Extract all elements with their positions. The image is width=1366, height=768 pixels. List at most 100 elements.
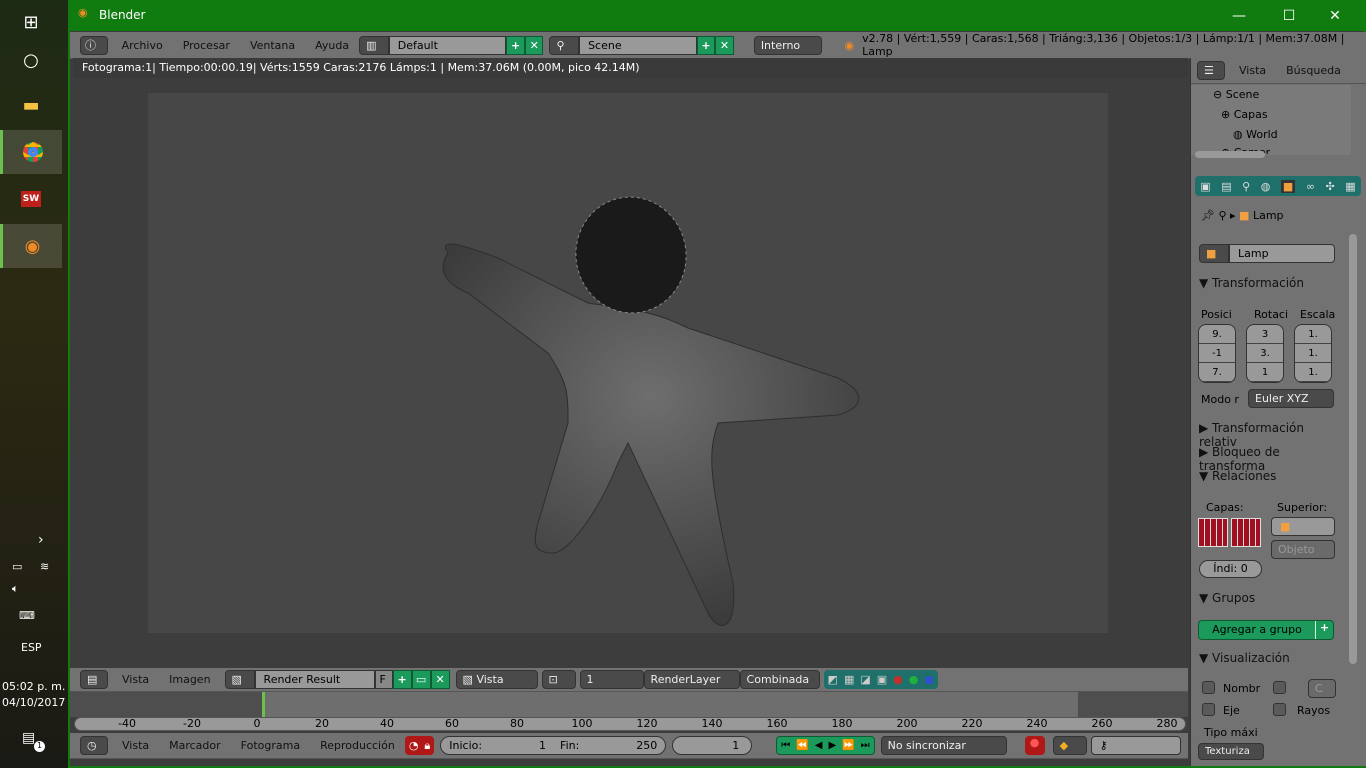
solidworks-icon[interactable]: SW xyxy=(0,177,62,221)
panel-transformacion[interactable]: ▼ Transformación xyxy=(1199,276,1339,290)
view-select[interactable]: ▧ Vista xyxy=(455,670,538,689)
sync-mode-select[interactable]: No sincronizar xyxy=(880,736,1007,755)
wifi-icon[interactable]: ≋ xyxy=(40,560,49,573)
object-name-field[interactable]: ■ Lamp xyxy=(1199,244,1335,264)
layout-field[interactable]: Default xyxy=(388,35,507,55)
current-frame-marker[interactable] xyxy=(262,692,265,717)
blender-icon[interactable]: ◉ xyxy=(0,224,62,268)
remove-layout-button[interactable]: ✕ xyxy=(524,35,544,55)
timeline-menu-fotograma[interactable]: Fotograma xyxy=(231,739,310,752)
outliner-item-scene[interactable]: ⊖ Scene xyxy=(1213,88,1259,101)
add-scene-button[interactable]: + xyxy=(696,35,716,55)
volume-icon[interactable]: 🔈︎ xyxy=(12,582,19,596)
add-to-group-button[interactable]: Agregar a grupo + xyxy=(1198,620,1334,640)
bounds-checkbox[interactable] xyxy=(1273,681,1286,694)
timeline-editor-icon[interactable]: ◷ xyxy=(80,736,108,755)
image-editor-type-icon[interactable]: ▤ xyxy=(80,670,108,689)
image-menu-vista[interactable]: Vista xyxy=(112,673,159,686)
panel-visualizacion[interactable]: ▼ Visualización xyxy=(1199,651,1339,665)
pivot-icon[interactable]: ⊡ xyxy=(541,670,576,689)
zbuffer-icon[interactable]: ◪ xyxy=(860,673,870,686)
pass-index-field[interactable]: Índi: 0 xyxy=(1199,560,1262,578)
open-image-button[interactable]: ▭ xyxy=(411,670,431,689)
rotation-mode-select[interactable]: Euler XYZ xyxy=(1248,389,1334,408)
notification-icon[interactable]: ▤ xyxy=(22,730,35,746)
menu-archivo[interactable]: Archivo xyxy=(112,39,173,52)
layers-grid-1[interactable] xyxy=(1198,518,1228,547)
battery-icon[interactable]: ▭ xyxy=(12,560,22,573)
max-draw-type-select[interactable]: Texturiza xyxy=(1198,743,1264,760)
end-value[interactable]: 250 xyxy=(636,739,657,752)
timeline-menu-vista[interactable]: Vista xyxy=(112,739,159,752)
blue-channel-icon[interactable]: ● xyxy=(924,673,934,686)
color-alpha-icon[interactable]: ◩ xyxy=(828,673,838,686)
outliner-item-capas[interactable]: ⊕ Capas xyxy=(1221,108,1268,121)
lock-icon[interactable]: 🔒︎ xyxy=(424,739,430,753)
outliner-menu-busqueda[interactable]: Búsqueda xyxy=(1276,64,1351,77)
slot-select[interactable]: 1 xyxy=(579,670,644,689)
position-fields[interactable]: 9. -1 7. xyxy=(1198,324,1236,383)
timeline-menu-marcador[interactable]: Marcador xyxy=(159,739,231,752)
image-browse-icon[interactable]: ▧ xyxy=(224,670,255,689)
start-value[interactable]: 1 xyxy=(539,739,546,752)
menu-procesar[interactable]: Procesar xyxy=(173,39,240,52)
file-explorer-icon[interactable]: ▬ xyxy=(0,83,62,127)
unlink-image-button[interactable]: ✕ xyxy=(430,670,450,689)
modifiers-tab-icon[interactable]: ✣ xyxy=(1326,180,1335,193)
axis-checkbox[interactable] xyxy=(1202,703,1215,716)
timeline-ruler[interactable]: -40 -20 0 20 40 60 80 100 120 140 160 180 200 220 240 2… xyxy=(74,717,1186,731)
green-channel-icon[interactable]: ● xyxy=(909,673,919,686)
render-layer-select[interactable]: RenderLayer xyxy=(643,670,740,689)
outliner-item-world[interactable]: ◍ World xyxy=(1233,128,1278,141)
minimize-button[interactable]: — xyxy=(1216,0,1262,31)
jump-keyframe-back-icon[interactable]: ⏪ xyxy=(796,740,808,751)
outliner-menu-vista[interactable]: Vista xyxy=(1229,64,1276,77)
chevron-right-icon[interactable]: › xyxy=(38,532,44,548)
overlay-icon[interactable]: ▣ xyxy=(877,673,887,686)
parent-field[interactable]: ■ xyxy=(1271,517,1335,536)
jump-start-icon[interactable]: ⏮ xyxy=(781,740,790,751)
parent-type-select[interactable]: Objeto xyxy=(1271,540,1335,559)
image-name-field[interactable]: Render Result xyxy=(254,670,375,689)
pin-icon[interactable]: 📌︎ xyxy=(1201,209,1215,222)
bounds-type-select[interactable]: C xyxy=(1308,679,1336,698)
texture-tab-icon[interactable]: ▦ xyxy=(1345,180,1355,193)
constraints-tab-icon[interactable]: ∞ xyxy=(1306,180,1315,193)
timeline-area[interactable] xyxy=(70,692,1188,717)
panel-grupos[interactable]: ▼ Grupos xyxy=(1199,591,1339,605)
alpha-icon[interactable]: ▦ xyxy=(844,673,854,686)
render-engine-select[interactable]: Interno xyxy=(753,35,823,55)
jump-end-icon[interactable]: ⏭ xyxy=(861,740,870,751)
world-tab-icon[interactable]: ◍ xyxy=(1261,180,1271,193)
keying-set-field[interactable]: ⚷ xyxy=(1090,736,1181,755)
scene-tab-icon[interactable]: ⚲ xyxy=(1242,180,1250,193)
keyboard-icon[interactable]: ⌨ xyxy=(19,609,35,622)
scale-fields[interactable]: 1. 1. 1. xyxy=(1294,324,1332,383)
current-frame-field[interactable]: 1 xyxy=(672,736,753,755)
preview-range-icon[interactable]: ◔ xyxy=(409,739,419,752)
add-layout-button[interactable]: + xyxy=(506,35,525,55)
play-icon[interactable]: ▶ xyxy=(828,740,836,751)
layout-icon[interactable]: ▥ xyxy=(359,35,389,55)
maximize-button[interactable]: ☐ xyxy=(1266,0,1312,31)
chrome-icon[interactable] xyxy=(0,130,62,174)
layers-tab-icon[interactable]: ▤ xyxy=(1221,180,1231,193)
language-indicator[interactable]: ESP xyxy=(21,641,42,654)
clock-date[interactable]: 04/10/2017 xyxy=(2,696,65,709)
panel-relaciones[interactable]: ▼ Relaciones xyxy=(1199,469,1339,483)
xray-checkbox[interactable] xyxy=(1273,703,1286,716)
name-checkbox[interactable] xyxy=(1202,681,1215,694)
layers-grid-2[interactable] xyxy=(1231,518,1261,547)
scene-field[interactable]: Scene xyxy=(579,35,697,55)
render-pass-select[interactable]: Combinada xyxy=(739,670,820,689)
fake-user-button[interactable]: F xyxy=(374,670,393,689)
editor-type-info-icon[interactable]: ⓘ xyxy=(80,35,108,55)
image-menu-imagen[interactable]: Imagen xyxy=(159,673,220,686)
red-channel-icon[interactable]: ● xyxy=(893,673,903,686)
jump-keyframe-forward-icon[interactable]: ⏩ xyxy=(842,740,854,751)
object-tab-icon[interactable]: ■ xyxy=(1280,179,1296,193)
menu-ventana[interactable]: Ventana xyxy=(240,39,305,52)
outliner-editor-icon[interactable]: ☰ xyxy=(1197,61,1225,80)
render-tab-icon[interactable]: ▣ xyxy=(1200,180,1210,193)
timeline-menu-reproduccion[interactable]: Reproducción xyxy=(310,739,405,752)
